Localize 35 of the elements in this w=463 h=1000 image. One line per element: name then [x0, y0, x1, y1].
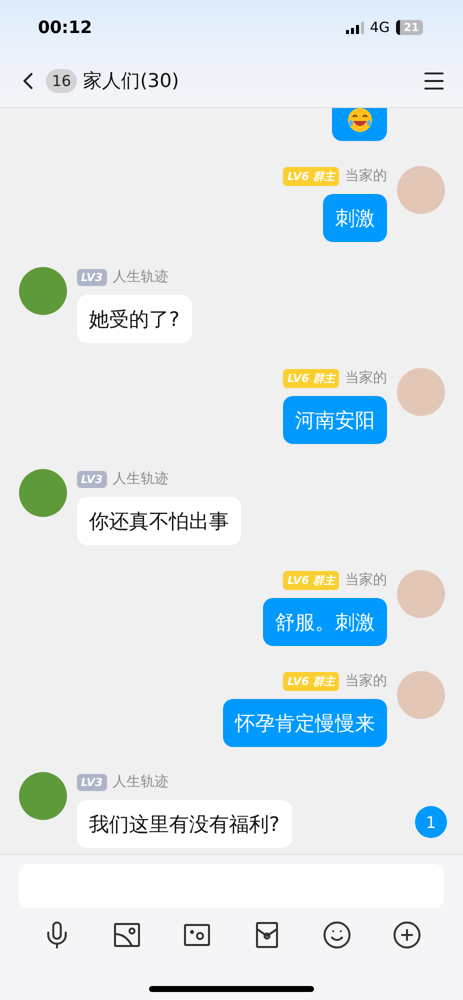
message-bubble: 我们这里有没有福利? [77, 800, 292, 848]
level-badge: LV6 群主 [283, 166, 339, 186]
level-badge: LV3 [77, 774, 107, 790]
message-bubble: 她受的了? [77, 295, 192, 343]
level-badge: LV3 [77, 268, 107, 286]
sender-name: 人生轨迹 [112, 268, 169, 286]
message-bubble: 刺激 [323, 194, 387, 242]
avatar-photo[interactable] [19, 772, 67, 820]
sender-name: 人生轨迹 [112, 470, 169, 488]
status-time: 00:12 [38, 18, 92, 38]
sender-name: 当家的 [345, 672, 387, 690]
level-badge: LV6 群主 [283, 672, 339, 690]
image-icon[interactable] [112, 920, 142, 950]
message-bubble: 河南安阳 [283, 396, 387, 444]
new-message-badge[interactable]: 1 [415, 806, 447, 838]
sender-name: 当家的 [345, 571, 387, 589]
level-badge: LV6 群主 [283, 570, 339, 590]
unread-count: 16 [46, 69, 78, 93]
laughing-emoji-icon [346, 108, 372, 133]
plus-icon[interactable] [392, 920, 422, 950]
message-bubble: 你还真不怕出事 [77, 497, 241, 545]
sender-name: 人生轨迹 [112, 773, 169, 791]
avatar-photo[interactable] [19, 267, 67, 315]
avatar-photo[interactable] [19, 469, 67, 517]
battery-indicator: 21 [396, 20, 423, 35]
message-bubble: 怀孕肯定慢慢来 [223, 699, 387, 747]
message-bubble: 舒服。刺激 [263, 598, 387, 646]
emoji-icon[interactable] [322, 920, 352, 950]
sender-name: 当家的 [345, 369, 387, 387]
signal-icon [346, 22, 364, 34]
network-label: 4G [370, 20, 390, 36]
level-badge: LV6 群主 [283, 368, 339, 388]
sender-name: 当家的 [345, 167, 387, 185]
level-badge: LV3 [77, 470, 107, 488]
chat-title: 家人们(30) [83, 69, 180, 94]
